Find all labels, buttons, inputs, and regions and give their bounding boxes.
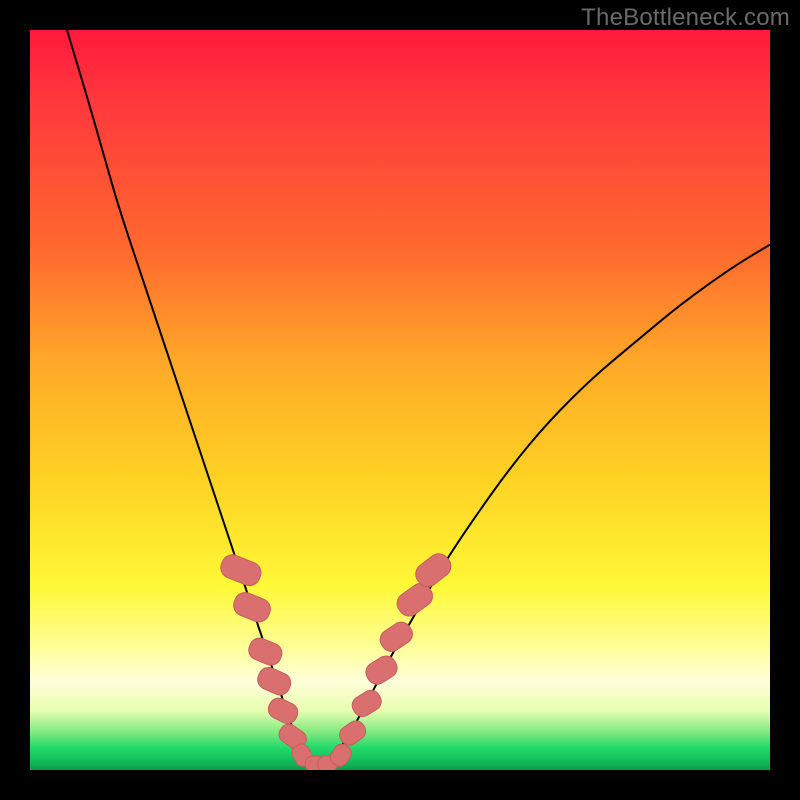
curve-marker bbox=[349, 687, 385, 720]
curve-markers bbox=[218, 549, 456, 770]
curve-marker bbox=[246, 635, 285, 668]
curve-path bbox=[67, 30, 770, 770]
watermark-text: TheBottleneck.com bbox=[581, 4, 790, 32]
chart-frame: TheBottleneck.com bbox=[0, 0, 800, 800]
curve-marker bbox=[254, 664, 293, 698]
curve-marker bbox=[218, 552, 265, 589]
curve-marker bbox=[265, 695, 301, 727]
bottleneck-curve bbox=[67, 30, 770, 770]
chart-svg-layer bbox=[30, 30, 770, 770]
curve-marker bbox=[362, 652, 401, 688]
curve-marker bbox=[230, 589, 273, 625]
